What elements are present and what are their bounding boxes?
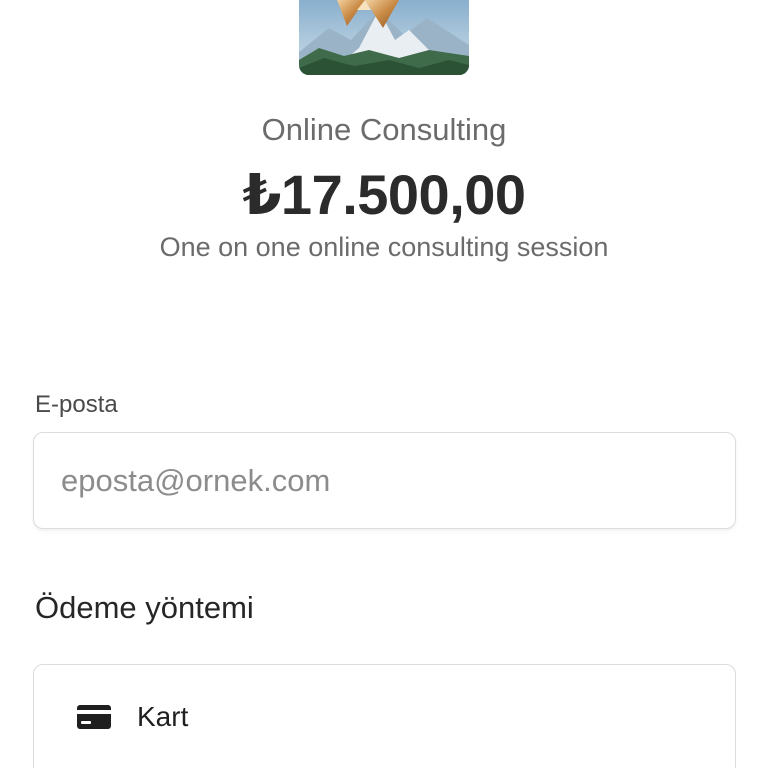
payment-method-title: Ödeme yöntemi <box>35 590 254 625</box>
product-price: ₺17.500,00 <box>242 163 526 226</box>
product-name: Online Consulting <box>261 112 507 147</box>
email-input[interactable] <box>33 432 736 529</box>
payment-option-card-label: Kart <box>137 701 189 732</box>
payment-method-options: Kart <box>33 664 736 768</box>
product-image <box>299 0 469 75</box>
email-label: E-posta <box>35 391 118 418</box>
payment-option-card[interactable]: Kart <box>76 701 188 733</box>
credit-card-icon <box>76 703 112 731</box>
checkout-page: Online Consulting ₺17.500,00 One on one … <box>0 0 768 768</box>
product-description: One on one online consulting session <box>159 232 609 262</box>
